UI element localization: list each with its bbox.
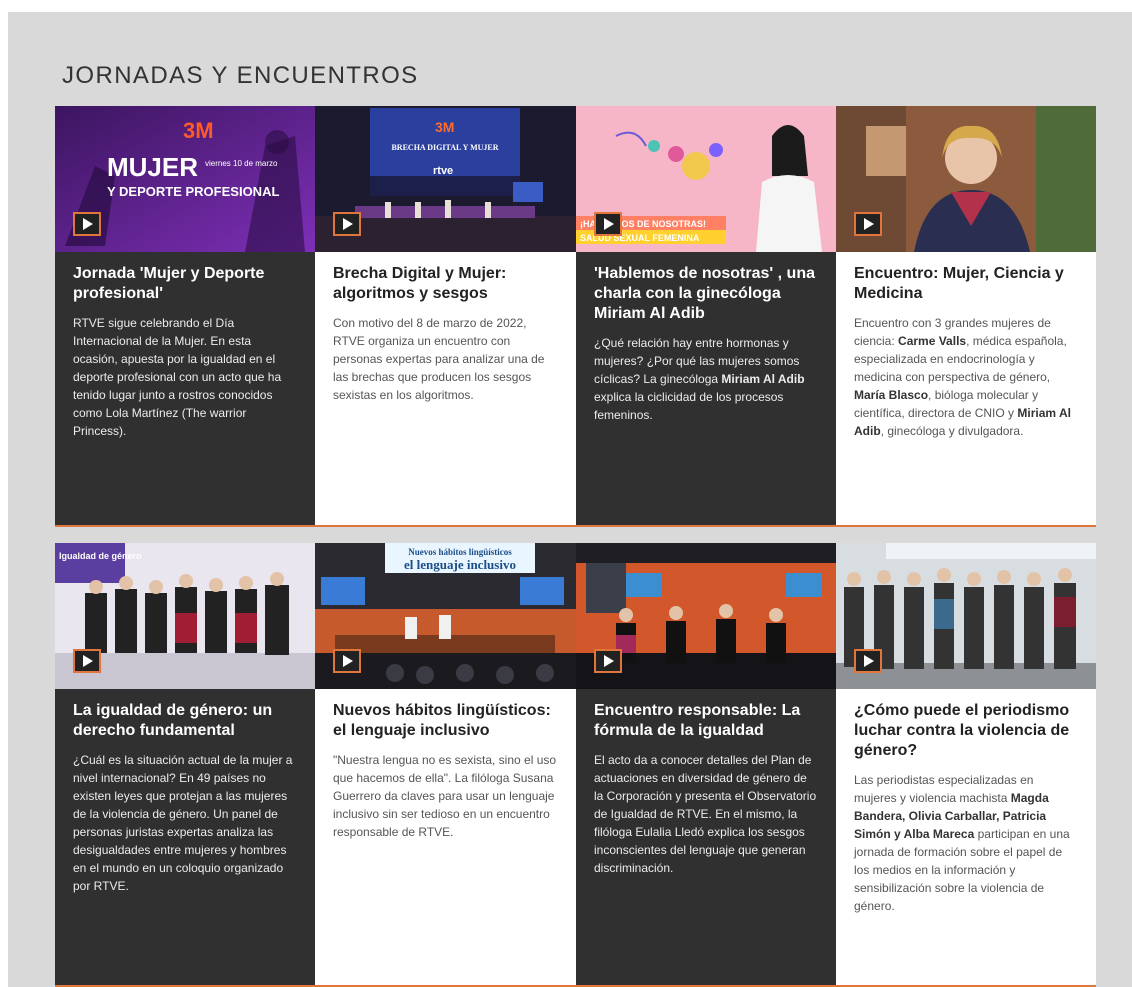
play-icon[interactable]: [854, 212, 882, 236]
card-title[interactable]: ¿Cómo puede el periodismo luchar contra …: [854, 701, 1078, 761]
card-thumbnail[interactable]: 3M BRECHA DIGITAL Y MUJER rtve: [315, 106, 576, 252]
card-thumbnail[interactable]: Nuevos hábitos lingüísticos el lenguaje …: [315, 543, 576, 689]
card-description: ¿Qué relación hay entre hormonas y mujer…: [594, 334, 818, 424]
card-title[interactable]: 'Hablemos de nosotras' , una charla con …: [594, 264, 818, 324]
card-title[interactable]: Jornada 'Mujer y Deporte profesional': [73, 264, 297, 304]
card-thumbnail[interactable]: 3M MUJER Y DEPORTE PROFESIONAL viernes 1…: [55, 106, 315, 252]
desc-text: , ginecóloga y divulgadora.: [880, 424, 1024, 438]
card-igualdad-genero[interactable]: Igualdad de género La igualdad de género…: [55, 543, 315, 987]
card-description: "Nuestra lengua no es sexista, sino el u…: [333, 753, 557, 839]
card-description: Las periodistas especializadas en mujere…: [854, 771, 1078, 915]
thumb-logo: 3M: [435, 119, 454, 135]
thumb-screen-text: BRECHA DIGITAL Y MUJER: [391, 143, 498, 152]
card-description: El acto da a conocer detalles del Plan d…: [594, 753, 817, 875]
card-title[interactable]: Nuevos hábitos lingüísticos: el lenguaje…: [333, 701, 558, 741]
section-title: JORNADAS Y ENCUENTROS: [62, 62, 419, 89]
card-thumbnail[interactable]: [836, 106, 1096, 252]
card-brecha-digital[interactable]: 3M BRECHA DIGITAL Y MUJER rtve Brecha Di…: [315, 106, 576, 527]
play-icon[interactable]: [594, 212, 622, 236]
play-icon[interactable]: [73, 649, 101, 673]
thumb-screen-line1: Nuevos hábitos lingüísticos: [408, 547, 512, 557]
card-title[interactable]: La igualdad de género: un derecho fundam…: [73, 701, 297, 741]
thumb-brand: rtve: [433, 165, 453, 177]
card-formula-igualdad[interactable]: Encuentro responsable: La fórmula de la …: [576, 543, 836, 987]
thumb-date: viernes 10 de marzo: [205, 159, 278, 168]
card-title[interactable]: Encuentro responsable: La fórmula de la …: [594, 701, 818, 741]
card-mujer-deporte[interactable]: 3M MUJER Y DEPORTE PROFESIONAL viernes 1…: [55, 106, 315, 527]
thumb-logo: 3M: [183, 118, 214, 143]
thumb-line1: MUJER: [107, 152, 198, 182]
card-title[interactable]: Encuentro: Mujer, Ciencia y Medicina: [854, 264, 1078, 304]
card-periodismo-violencia[interactable]: ¿Cómo puede el periodismo luchar contra …: [836, 543, 1096, 987]
desc-name: Carme Valls: [898, 334, 967, 348]
card-mujer-ciencia-medicina[interactable]: Encuentro: Mujer, Ciencia y Medicina Enc…: [836, 106, 1096, 527]
card-title[interactable]: Brecha Digital y Mujer: algoritmos y ses…: [333, 264, 558, 304]
card-thumbnail[interactable]: Igualdad de género: [55, 543, 315, 689]
desc-name: María Blasco: [854, 388, 929, 402]
card-grid-row-2: Igualdad de género La igualdad de género…: [55, 543, 1096, 987]
card-thumbnail[interactable]: [836, 543, 1096, 689]
card-description: Encuentro con 3 grandes mujeres de cienc…: [854, 314, 1078, 440]
thumb-screen-text: Igualdad de género: [59, 551, 142, 561]
desc-name: Miriam Al Adib: [721, 372, 805, 386]
play-icon[interactable]: [854, 649, 882, 673]
card-description: ¿Cuál es la situación actual de la mujer…: [73, 753, 293, 893]
desc-text: explica la ciclicidad de los procesos fe…: [594, 390, 784, 422]
card-hablemos-de-nosotras[interactable]: ¡HABLEMOS DE NOSOTRAS! SALUD SEXUAL FEME…: [576, 106, 836, 527]
play-icon[interactable]: [333, 649, 361, 673]
thumb-line2: Y DEPORTE PROFESIONAL: [107, 184, 279, 199]
card-thumbnail[interactable]: [576, 543, 836, 689]
play-icon[interactable]: [333, 212, 361, 236]
card-description: RTVE sigue celebrando el Día Internacion…: [73, 316, 282, 438]
card-grid-row-1: 3M MUJER Y DEPORTE PROFESIONAL viernes 1…: [55, 106, 1096, 527]
card-description: Con motivo del 8 de marzo de 2022, RTVE …: [333, 316, 545, 402]
play-icon[interactable]: [73, 212, 101, 236]
card-lenguaje-inclusivo[interactable]: Nuevos hábitos lingüísticos el lenguaje …: [315, 543, 576, 987]
desc-text: Las periodistas especializadas en mujere…: [854, 773, 1034, 805]
card-thumbnail[interactable]: ¡HABLEMOS DE NOSOTRAS! SALUD SEXUAL FEME…: [576, 106, 836, 252]
play-icon[interactable]: [594, 649, 622, 673]
thumb-screen-line2: el lenguaje inclusivo: [404, 557, 516, 572]
